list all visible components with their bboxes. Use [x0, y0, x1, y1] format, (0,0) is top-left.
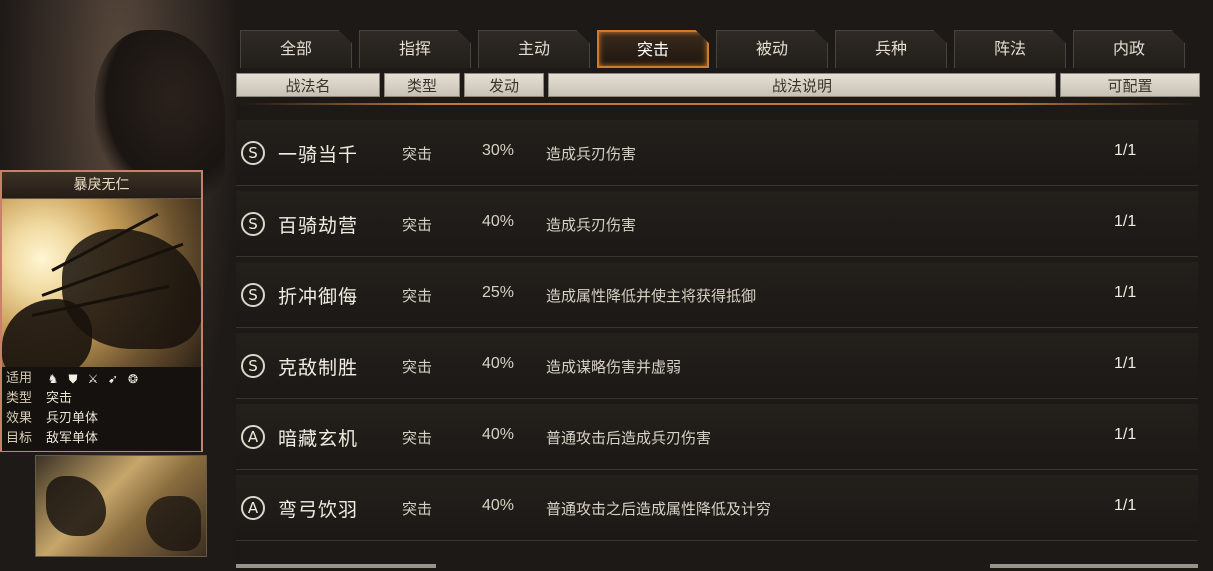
type-value: 突击 [46, 391, 73, 406]
tab-internal-affairs[interactable]: 内政 [1073, 30, 1185, 68]
crossed-swords-icon: ⚔ [87, 372, 99, 386]
header-divider [240, 103, 1195, 105]
list-item[interactable]: A 弯弓饮羽 突击 40% 普通攻击之后造成属性降低及计穷 1/1 [236, 475, 1198, 541]
column-header-name[interactable]: 战法名 [236, 73, 380, 97]
skill-description: 造成兵刃伤害 [546, 145, 637, 163]
skill-rate: 40% [482, 213, 515, 230]
tab-passive[interactable]: 被动 [716, 30, 828, 68]
tab-formation[interactable]: 阵法 [954, 30, 1066, 68]
skill-type: 突击 [402, 145, 433, 163]
secondary-skill-card-art[interactable] [35, 455, 207, 557]
skill-rate: 40% [482, 426, 515, 443]
shield-icon: ⛊ [68, 372, 78, 386]
skill-rate: 40% [482, 497, 515, 514]
skill-detail-art [2, 199, 201, 367]
skill-name: 弯弓饮羽 [278, 499, 359, 521]
art-figure [2, 299, 92, 367]
grade-badge: A [241, 496, 265, 520]
skill-slots: 1/1 [1114, 142, 1137, 159]
skill-description: 普通攻击之后造成属性降低及计穷 [546, 500, 772, 518]
skill-name: 一骑当千 [278, 144, 359, 166]
list-scroll-edge [236, 564, 436, 568]
tab-active[interactable]: 主动 [478, 30, 590, 68]
tab-command[interactable]: 指挥 [359, 30, 471, 68]
grade-badge: S [241, 212, 265, 236]
target-value: 敌军单体 [46, 431, 99, 446]
skill-description: 造成属性降低并使主将获得抵御 [546, 287, 757, 305]
target-row: 目标 敌军单体 [6, 429, 197, 449]
list-scroll-edge [990, 564, 1198, 568]
applies-icons: ♞ ⛊ ⚔ ➹ ❂ [46, 369, 140, 389]
skill-detail-card: 暴戾无仁 适用 ♞ ⛊ ⚔ ➹ ❂ 类型 突击 效果 兵刃单体 目标 敌军单体 [0, 170, 203, 452]
skill-description: 造成兵刃伤害 [546, 216, 637, 234]
effect-row: 效果 兵刃单体 [6, 409, 197, 429]
grade-badge: S [241, 354, 265, 378]
column-header-trigger[interactable]: 发动 [464, 73, 544, 97]
skill-slots: 1/1 [1114, 284, 1137, 301]
tab-all[interactable]: 全部 [240, 30, 352, 68]
art-shadow [146, 496, 201, 551]
bow-icon: ➹ [107, 372, 119, 386]
skill-description: 普通攻击后造成兵刃伤害 [546, 429, 712, 447]
skill-rate: 30% [482, 142, 515, 159]
applies-label: 适用 [6, 371, 33, 386]
column-header-slots[interactable]: 可配置 [1060, 73, 1200, 97]
skill-type: 突击 [402, 216, 433, 234]
siege-icon: ❂ [127, 372, 139, 386]
skill-type: 突击 [402, 429, 433, 447]
list-item[interactable]: S 百骑劫营 突击 40% 造成兵刃伤害 1/1 [236, 191, 1198, 257]
list-item[interactable]: A 暗藏玄机 突击 40% 普通攻击后造成兵刃伤害 1/1 [236, 404, 1198, 470]
type-row: 类型 突击 [6, 389, 197, 409]
skill-slots: 1/1 [1114, 355, 1137, 372]
type-label: 类型 [6, 391, 33, 406]
effect-label: 效果 [6, 411, 33, 426]
applies-row: 适用 ♞ ⛊ ⚔ ➹ ❂ [6, 369, 197, 389]
skill-name: 百骑劫营 [278, 215, 359, 237]
skill-type: 突击 [402, 500, 433, 518]
art-shadow [46, 476, 106, 536]
target-label: 目标 [6, 431, 33, 446]
skill-detail-info: 适用 ♞ ⛊ ⚔ ➹ ❂ 类型 突击 效果 兵刃单体 目标 敌军单体 [2, 367, 201, 451]
skill-slots: 1/1 [1114, 213, 1137, 230]
column-header-type[interactable]: 类型 [384, 73, 460, 97]
skill-description: 造成谋略伤害并虚弱 [546, 358, 682, 376]
skill-slots: 1/1 [1114, 426, 1137, 443]
effect-value: 兵刃单体 [46, 411, 99, 426]
grade-badge: S [241, 141, 265, 165]
column-header-description[interactable]: 战法说明 [548, 73, 1056, 97]
skill-name: 克敌制胜 [278, 357, 359, 379]
skill-detail-title: 暴戾无仁 [2, 172, 201, 199]
skill-name: 暗藏玄机 [278, 428, 359, 450]
list-item[interactable]: S 一骑当千 突击 30% 造成兵刃伤害 1/1 [236, 120, 1198, 186]
tab-troop-type[interactable]: 兵种 [835, 30, 947, 68]
skill-slots: 1/1 [1114, 497, 1137, 514]
skill-category-tabs: 全部 指挥 主动 突击 被动 兵种 阵法 内政 [240, 30, 1190, 70]
skill-name: 折冲御侮 [278, 286, 359, 308]
grade-badge: A [241, 425, 265, 449]
skill-rate: 40% [482, 355, 515, 372]
list-item[interactable]: S 折冲御侮 突击 25% 造成属性降低并使主将获得抵御 1/1 [236, 262, 1198, 328]
grade-badge: S [241, 283, 265, 307]
cavalry-icon: ♞ [47, 372, 59, 386]
skill-type: 突击 [402, 358, 433, 376]
list-item[interactable]: S 克敌制胜 突击 40% 造成谋略伤害并虚弱 1/1 [236, 333, 1198, 399]
skill-rate: 25% [482, 284, 515, 301]
skill-type: 突击 [402, 287, 433, 305]
tab-assault[interactable]: 突击 [597, 30, 709, 68]
